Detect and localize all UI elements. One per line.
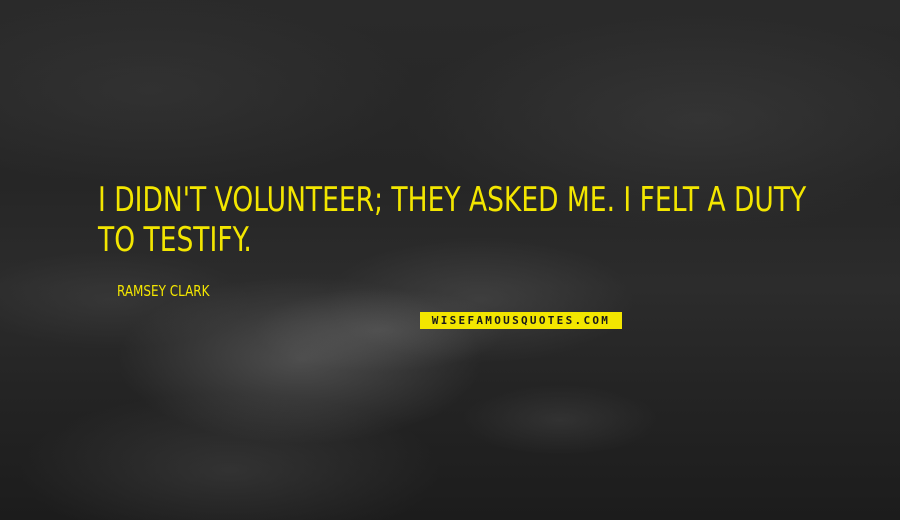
watermark-text: WISEFAMOUSQUOTES.COM (431, 314, 611, 327)
background-clouds (0, 0, 900, 520)
watermark-badge: WISEFAMOUSQUOTES.COM (420, 312, 622, 329)
quote-author: Ramsey Clark (117, 282, 210, 300)
quote-image: I didn't volunteer; they asked me. I fel… (0, 0, 900, 520)
quote-text: I didn't volunteer; they asked me. I fel… (98, 180, 807, 260)
